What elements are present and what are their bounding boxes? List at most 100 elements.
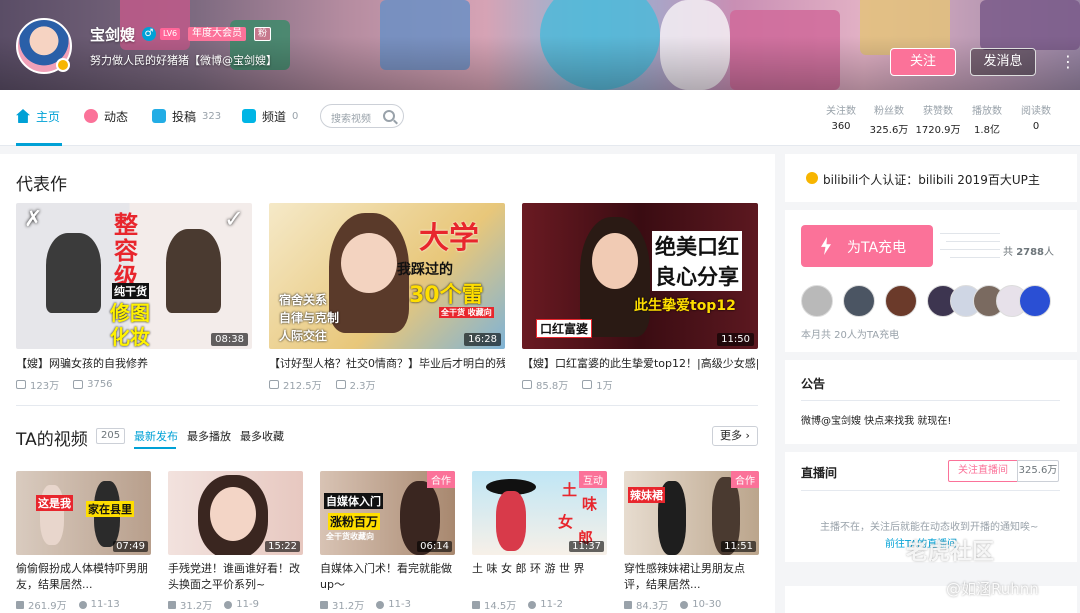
video-title[interactable]: 土 味 女 郎 环 游 世 界 (472, 561, 607, 593)
stat-label: 关注数 (826, 106, 856, 117)
video-meta: 212.5万 2.3万 (269, 377, 505, 392)
video-card[interactable]: 自媒体入门 涨粉百万 全干货收藏向 合作 06:14 自媒体入门术！看完就能做u… (320, 471, 455, 612)
video-thumbnail[interactable]: 这是我 家在县里 07:49 (16, 471, 151, 555)
play-icon (624, 600, 632, 609)
stat-plays: 播放数 1.8亿 (962, 102, 1012, 136)
video-title[interactable]: 【嫂】网骗女孩的自我修养 (16, 355, 252, 371)
representative-video[interactable]: 绝美口红 良心分享 此生挚爱top12 口红富婆 11:50 【嫂】口红富婆的此… (522, 203, 758, 392)
clock-icon (528, 600, 537, 609)
thumb-text: 绝美口红 (652, 231, 742, 261)
live-offline-message: 主播不在，关注后就能在动态收到开播的通知唉~ (820, 522, 1039, 533)
video-title[interactable]: 穿性感辣妹裙让男朋友点评，结果居然... (624, 561, 759, 593)
thumb-text: 自媒体入门 (324, 493, 383, 509)
thumb-face (210, 487, 256, 541)
interactive-tag: 互动 (579, 471, 607, 488)
thumb-text: 口红富婆 (536, 319, 593, 338)
thumb-face (341, 233, 397, 293)
video-duration: 07:49 (113, 541, 148, 552)
video-title[interactable]: 偷偷假扮成人体模特吓男朋友，结果居然... (16, 561, 151, 593)
thumb-person (166, 229, 221, 313)
video-card[interactable]: 这是我 家在县里 07:49 偷偷假扮成人体模特吓男朋友，结果居然... 261… (16, 471, 151, 612)
charge-button[interactable]: 为TA充电 (801, 225, 933, 267)
video-title[interactable]: 【嫂】口红富婆的此生挚爱top12！|高级少女感|黄 (522, 355, 758, 371)
thumb-face (592, 233, 638, 289)
play-icon (168, 600, 176, 609)
thumb-text: 我踩过的 (397, 262, 453, 278)
danmaku-icon (73, 380, 84, 389)
video-duration: 11:37 (569, 541, 604, 552)
clock-icon (376, 600, 385, 609)
uploads-icon (152, 109, 166, 123)
tab-most-favorited[interactable]: 最多收藏 (240, 428, 284, 444)
stat-following[interactable]: 关注数 360 (816, 102, 866, 132)
tab-dynamic[interactable]: 动态 (84, 106, 128, 126)
video-thumbnail[interactable]: 自媒体入门 涨粉百万 全干货收藏向 合作 06:14 (320, 471, 455, 555)
thumb-check: ✓ (224, 205, 245, 233)
video-duration: 11:51 (721, 541, 756, 552)
verified-badge-icon (56, 58, 70, 72)
video-title[interactable]: 手残党进！谁画谁好看！改头换面之平价系列~ (168, 561, 303, 593)
tab-home[interactable]: 主页 (16, 106, 60, 126)
video-thumbnail[interactable]: 辣妹裙 合作 11:51 (624, 471, 759, 555)
search-input[interactable]: 搜索视频 (331, 110, 371, 125)
follow-live-button[interactable]: 关注直播间 (948, 460, 1018, 482)
representative-video[interactable]: 大学 我踩过的 30个雷 宿舍关系 自律与克制 人际交往 全干货 收藏向 16:… (269, 203, 505, 392)
video-thumbnail[interactable]: 土 味 女 郎 互动 11:37 (472, 471, 607, 555)
watermark-user: @如涵Ruhnn (946, 580, 1039, 598)
tab-latest[interactable]: 最新发布 (134, 428, 178, 444)
video-card[interactable]: 15:22 手残党进！谁画谁好看！改头换面之平价系列~ 31.2万 11-9 (168, 471, 303, 612)
video-meta: 85.8万 1万 (522, 377, 758, 392)
thumb-person (40, 485, 64, 545)
live-title: 直播间 (801, 466, 838, 480)
charger-avatar[interactable] (843, 285, 875, 317)
stat-label: 获赞数 (923, 106, 953, 117)
danmaku-count: 1万 (596, 381, 613, 392)
video-title[interactable]: 自媒体入门术！看完就能做up～ (320, 561, 455, 593)
video-card[interactable]: 辣妹裙 合作 11:51 穿性感辣妹裙让男朋友点评，结果居然... 84.3万 … (624, 471, 759, 612)
video-thumbnail[interactable]: ✗ ✓ 整 容 级 纯干货 修图 化妆 08:38 (16, 203, 252, 349)
stat-fans[interactable]: 粉丝数 325.6万 (864, 102, 914, 136)
thumb-text: 涨粉百万 (328, 513, 381, 530)
notice-title: 公告 (801, 377, 826, 391)
video-title[interactable]: 【讨好型人格？社交0情商？】毕业后才明白的残酷 (269, 355, 505, 371)
notice-card (785, 360, 1077, 444)
tab-channels[interactable]: 频道 0 (242, 106, 298, 126)
stat-value: 325.6万 (869, 125, 909, 136)
charge-month-text: 本月共 20人为TA充电 (801, 330, 900, 341)
follow-button[interactable]: 关注 (890, 48, 956, 76)
thumb-text: 味 (582, 495, 598, 513)
stat-reads: 阅读数 0 (1011, 102, 1061, 132)
charger-avatar[interactable] (885, 285, 917, 317)
representative-title: 代表作 (16, 175, 67, 195)
video-search[interactable]: 搜索视频 (320, 104, 404, 128)
charger-avatar[interactable] (1019, 285, 1051, 317)
video-thumbnail[interactable]: 绝美口红 良心分享 此生挚爱top12 口红富婆 11:50 (522, 203, 758, 349)
publish-date: 11-3 (388, 599, 411, 610)
user-sign: 努力做人民的好猪猪【微博@宝剑嫂】 (90, 54, 277, 67)
representative-video[interactable]: ✗ ✓ 整 容 级 纯干货 修图 化妆 08:38 【嫂】网骗女孩的自我修养 1… (16, 203, 252, 392)
vip-badge[interactable]: 年度大会员 (188, 27, 246, 41)
video-thumbnail[interactable]: 大学 我踩过的 30个雷 宿舍关系 自律与克制 人际交往 全干货 收藏向 16:… (269, 203, 505, 349)
play-icon (472, 600, 480, 609)
video-meta: 31.2万 11-9 (168, 597, 303, 612)
thumb-text: 辣妹裙 (628, 487, 665, 503)
more-videos-button[interactable]: 更多 › (712, 426, 758, 446)
send-message-button[interactable]: 发消息 (970, 48, 1036, 76)
tab-uploads[interactable]: 投稿 323 (152, 106, 221, 126)
video-total-count: 205 (96, 428, 126, 444)
thumb-text: 良心分享 (652, 261, 742, 291)
thumb-text: 这是我 (36, 495, 73, 511)
tab-most-played[interactable]: 最多播放 (187, 428, 231, 444)
charger-avatar[interactable] (801, 285, 833, 317)
stat-value: 0 (1032, 121, 1040, 132)
clock-icon (680, 600, 689, 609)
fan-badge: 粉 (254, 27, 272, 41)
danmaku-count: 3756 (87, 379, 113, 390)
thumb-text: 大学 (419, 221, 479, 256)
charge-total-prefix: 共 (1003, 247, 1013, 258)
lightning-icon (821, 237, 831, 255)
search-icon[interactable] (383, 110, 395, 122)
video-thumbnail[interactable]: 15:22 (168, 471, 303, 555)
more-options-icon[interactable]: ⋮ (1060, 52, 1076, 72)
video-card[interactable]: 土 味 女 郎 互动 11:37 土 味 女 郎 环 游 世 界 14.5万 1… (472, 471, 607, 612)
